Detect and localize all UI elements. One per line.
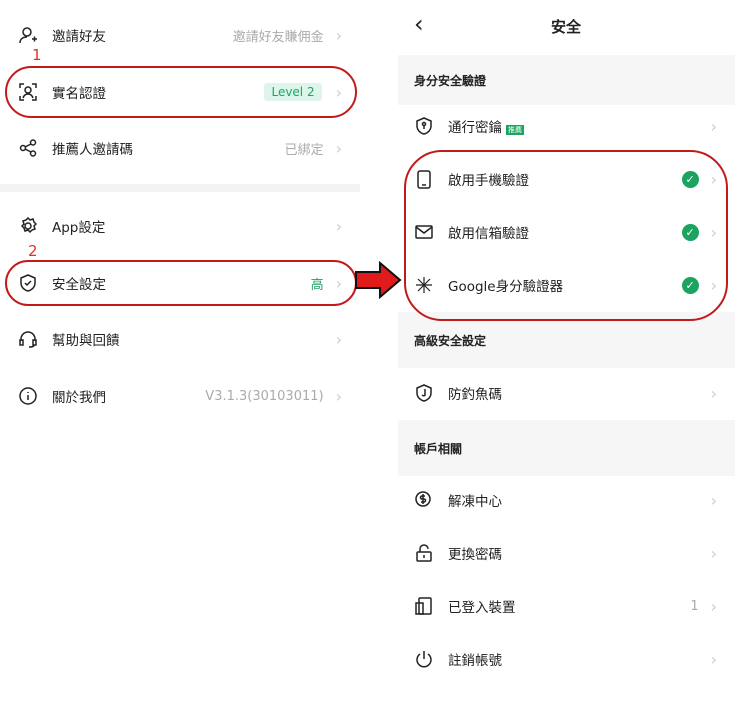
menu-help-feedback[interactable]: 幫助與回饋 › — [0, 314, 360, 364]
value: 已綁定 — [284, 142, 324, 158]
section-title: 身分安全驗證 — [414, 73, 487, 88]
device-count: 1 — [690, 598, 699, 614]
chevron-right-icon: › — [710, 116, 717, 136]
label: 幫助與回饋 — [52, 333, 120, 349]
chevron-right-icon: › — [710, 649, 717, 669]
lock-icon — [414, 543, 434, 563]
value: 邀請好友賺佣金 — [232, 29, 324, 45]
divider — [0, 184, 360, 192]
annotation-number-2: 2 — [28, 242, 38, 260]
item-logged-in-devices[interactable]: 已登入裝置 1 › — [398, 581, 735, 631]
version: V3.1.3(30103011) — [205, 388, 324, 404]
chevron-right-icon: › — [710, 383, 717, 403]
item-unfreeze-center[interactable]: 解凍中心 › — [398, 475, 735, 525]
label: 已登入裝置 — [448, 600, 516, 616]
item-anti-phishing-code[interactable]: 防釣魚碼 › — [398, 368, 735, 418]
label: 更換密碼 — [448, 547, 502, 563]
shield-j-icon — [414, 383, 434, 403]
label: 推薦人邀請碼 — [52, 142, 133, 158]
label: 註銷帳號 — [448, 653, 502, 669]
label: 防釣魚碼 — [448, 387, 502, 403]
label: 邀請好友 — [52, 29, 106, 45]
item-passkey[interactable]: 通行密鑰 推薦 › — [398, 101, 735, 151]
menu-app-settings[interactable]: App設定 › — [0, 201, 360, 251]
chevron-right-icon: › — [335, 138, 342, 158]
annotation-oval-3 — [404, 150, 728, 321]
menu-referrer-code[interactable]: 推薦人邀請碼 已綁定 › — [0, 123, 360, 173]
item-change-password[interactable]: 更換密碼 › — [398, 528, 735, 578]
section-title: 帳戶相關 — [414, 441, 463, 456]
section-identity-verification: 身分安全驗證 — [398, 55, 735, 105]
annotation-number-1: 1 — [32, 46, 42, 64]
chevron-right-icon: › — [710, 543, 717, 563]
info-icon — [18, 386, 38, 406]
arrow-annotation-icon — [355, 260, 402, 300]
shield-key-icon — [414, 116, 434, 136]
chevron-right-icon: › — [335, 216, 342, 236]
label: 關於我們 — [52, 390, 106, 406]
page-title: 安全 — [551, 18, 582, 36]
section-account: 帳戶相關 — [398, 420, 735, 476]
chevron-right-icon: › — [335, 386, 342, 406]
label: 通行密鑰 — [448, 120, 502, 136]
chevron-right-icon: › — [335, 25, 342, 45]
chevron-right-icon: › — [335, 329, 342, 349]
power-icon — [414, 649, 434, 669]
devices-icon — [414, 596, 434, 616]
label: App設定 — [52, 220, 106, 236]
gear-icon — [18, 216, 38, 236]
back-button[interactable]: ‹ — [414, 10, 424, 38]
menu-about-us[interactable]: 關於我們 V3.1.3(30103011) › — [0, 371, 360, 421]
user-plus-icon — [18, 25, 38, 45]
dollar-lock-icon — [414, 490, 434, 510]
headset-icon — [18, 329, 38, 349]
section-title: 高級安全設定 — [414, 333, 487, 348]
chevron-right-icon: › — [710, 596, 717, 616]
menu-invite-friends[interactable]: 邀請好友 邀請好友賺佣金 › — [0, 10, 360, 60]
recommended-tag: 推薦 — [506, 125, 524, 135]
annotation-oval-2 — [5, 260, 357, 306]
label: 解凍中心 — [448, 494, 502, 510]
share-icon — [18, 138, 38, 158]
annotation-oval-1 — [5, 66, 357, 118]
chevron-right-icon: › — [710, 490, 717, 510]
item-delete-account[interactable]: 註銷帳號 › — [398, 634, 735, 684]
